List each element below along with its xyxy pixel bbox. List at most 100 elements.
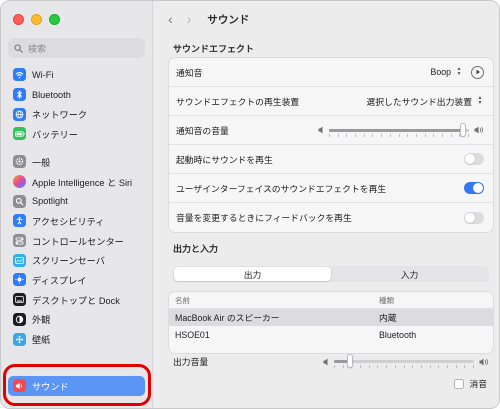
sidebar-item-spotlight[interactable]: Spotlight [8,191,145,211]
play-button[interactable] [471,65,484,79]
sidebar-item-label: Apple Intelligence と Siri [32,177,133,188]
volume-low-icon [318,126,323,134]
play-device-label: サウンドエフェクトの再生装置 [176,96,300,107]
sidebar-item-general[interactable]: 一般 [8,152,145,172]
sidebar: 検索 Wi-Fi Bluetooth ネットワーク バッテリー 一般 Apple… [1,1,153,408]
startup-sound-toggle[interactable] [464,153,484,165]
zoom-window-button[interactable] [49,14,60,25]
sidebar-item-label: スクリーンセーバ [32,256,105,267]
sidebar-item-network[interactable]: ネットワーク [8,104,145,124]
table-row[interactable]: MacBook Air のスピーカー 内蔵 [169,309,493,326]
table-header: 名前 種類 [169,292,493,309]
alert-volume-label: 通知音の音量 [176,125,229,136]
ui-sound-toggle[interactable] [464,182,484,194]
slider-track[interactable] [334,354,474,368]
column-header-name[interactable]: 名前 [175,295,379,306]
search-placeholder: 検索 [28,43,47,54]
slider-ticks [329,133,469,137]
sidebar-group-connectivity: Wi-Fi Bluetooth ネットワーク バッテリー [8,65,145,144]
sidebar-group-system: 一般 Apple Intelligence と Siri Spotlight ア… [8,152,145,349]
output-volume-row: 出力音量 [173,354,489,368]
play-device-value: 選択したサウンド出力装置 [366,96,472,107]
sidebar-item-label: Spotlight [32,196,68,207]
bluetooth-icon [13,88,26,102]
slider-thumb[interactable] [460,122,466,137]
close-window-button[interactable] [13,14,24,25]
desktop-dock-icon [13,293,26,307]
output-volume-label: 出力音量 [173,357,209,367]
mute-row: 消音 [454,377,487,390]
window-title: サウンド [207,13,250,26]
sidebar-item-bluetooth[interactable]: Bluetooth [8,85,145,105]
column-header-type[interactable]: 種類 [379,295,493,306]
sidebar-item-label: コントロールセンター [32,236,124,247]
volume-feedback-toggle[interactable] [464,211,484,224]
output-device-table: 名前 種類 MacBook Air のスピーカー 内蔵 HSOE01 Bluet… [168,291,494,354]
search-icon [14,43,23,53]
search-field[interactable]: 検索 [8,38,145,58]
highlight-annotation [3,364,151,406]
alert-sound-popup[interactable]: Boop ▲ ▼ [430,65,484,79]
play-device-popup[interactable]: 選択したサウンド出力装置 ▲ ▼ [366,95,484,108]
apple-intelligence-icon [13,175,26,189]
sidebar-item-label: アクセシビリティ [32,216,105,227]
window-controls [13,14,60,25]
slider-ticks [334,365,474,368]
settings-window: 検索 Wi-Fi Bluetooth ネットワーク バッテリー 一般 Apple… [0,0,500,409]
wallpaper-icon [13,332,26,346]
output-volume-slider[interactable] [323,354,489,368]
sidebar-item-wallpaper[interactable]: 壁紙 [8,329,145,349]
device-type: Bluetooth [379,329,417,340]
mute-label: 消音 [469,379,487,389]
tab-output[interactable]: 出力 [174,267,331,281]
device-name: MacBook Air のスピーカー [175,313,280,323]
sidebar-item-label: バッテリー [32,129,78,140]
minimize-window-button[interactable] [31,14,42,25]
play-icon [476,69,480,75]
alert-volume-row: 通知音の音量 [169,116,493,145]
sidebar-item-apple-intelligence[interactable]: Apple Intelligence と Siri [8,172,145,192]
forward-chevron-icon[interactable]: › [187,12,192,26]
screensaver-icon [13,253,26,267]
table-row[interactable]: HSOE01 Bluetooth [169,326,493,343]
appearance-icon [13,312,26,326]
startup-sound-label: 起動時にサウンドを再生 [176,154,273,165]
slider-thumb[interactable] [347,354,353,368]
ui-sound-label: ユーザインターフェイスのサウンドエフェクトを再生 [176,183,387,194]
device-type: 内蔵 [379,313,397,323]
tab-input[interactable]: 入力 [331,267,488,281]
slider-track[interactable] [329,122,469,137]
sidebar-item-control-center[interactable]: コントロールセンター [8,231,145,251]
volume-feedback-row: 音量を変更するときにフィードバックを再生 [169,203,493,232]
alert-volume-slider[interactable] [318,122,484,137]
alert-sound-row: 通知音 Boop ▲ ▼ [169,58,493,87]
sound-effects-group: 通知音 Boop ▲ ▼ サウンドエフェクトの再生装置 選択したサウンド出力装置 … [168,57,494,233]
volume-high-icon [474,126,483,134]
sidebar-item-display[interactable]: ディスプレイ [8,270,145,290]
startup-sound-row: 起動時にサウンドを再生 [169,145,493,174]
sidebar-item-appearance[interactable]: 外観 [8,310,145,330]
accessibility-icon [13,214,26,228]
toolbar: ‹ › サウンド [154,1,499,37]
sidebar-item-battery[interactable]: バッテリー [8,124,145,144]
mute-checkbox[interactable] [454,378,465,389]
sound-effects-heading: サウンドエフェクト [173,44,255,54]
device-name: HSOE01 [175,329,210,340]
sidebar-item-label: 壁紙 [32,335,51,346]
sidebar-item-desktop-dock[interactable]: デスクトップと Dock [8,290,145,310]
sidebar-item-label: ネットワーク [32,110,88,121]
wifi-icon [13,68,26,82]
sidebar-item-label: デスクトップと Dock [32,295,120,306]
sidebar-item-label: Bluetooth [32,89,71,100]
play-device-row: サウンドエフェクトの再生装置 選択したサウンド出力装置 ▲ ▼ [169,87,493,116]
gear-icon [13,155,26,169]
sidebar-item-screensaver[interactable]: スクリーンセーバ [8,250,145,270]
display-icon [13,273,26,287]
globe-icon [13,107,26,121]
back-chevron-icon[interactable]: ‹ [168,12,173,26]
sidebar-item-accessibility[interactable]: アクセシビリティ [8,211,145,231]
main-pane: ‹ › サウンド サウンドエフェクト 通知音 Boop ▲ ▼ サウンドエフェクト… [154,1,499,408]
output-input-segmented-control: 出力 入力 [173,266,489,282]
up-down-chevron-icon: ▲ ▼ [456,66,462,77]
sidebar-item-wifi[interactable]: Wi-Fi [8,65,145,85]
